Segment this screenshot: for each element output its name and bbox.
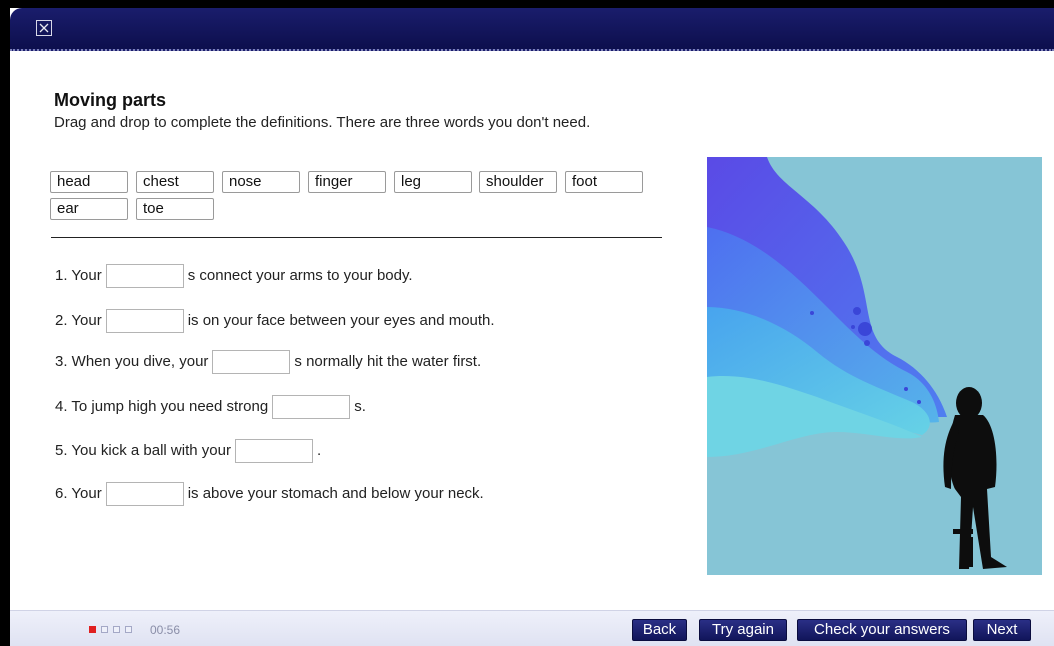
answer-drop-zone[interactable]: [234, 439, 313, 464]
question-text-before: 5. You kick a ball with your: [55, 442, 231, 460]
title-bar: [10, 8, 1054, 51]
question-row: 3. When you dive, your s normally hit the…: [55, 349, 481, 375]
close-x-icon[interactable]: [36, 20, 52, 36]
question-row: 1. Your s connect your arms to your body.: [55, 263, 413, 289]
question-text-before: 2. Your: [55, 312, 102, 330]
answer-drop-zone[interactable]: [105, 309, 184, 334]
check-answers-button[interactable]: Check your answers: [797, 619, 967, 641]
word-tile[interactable]: toe: [136, 198, 214, 220]
try-again-button[interactable]: Try again: [699, 619, 787, 641]
question-text-after: s normally hit the water first.: [294, 353, 482, 371]
question-row: 6. Your is above your stomach and below y…: [55, 481, 484, 507]
question-text-before: 1. Your: [55, 267, 102, 285]
divider: [51, 237, 662, 238]
question-row: 4. To jump high you need strong s.: [55, 394, 366, 420]
question-text-before: 6. Your: [55, 485, 102, 503]
answer-drop-zone[interactable]: [212, 350, 291, 375]
question-text-after: s connect your arms to your body.: [187, 267, 413, 285]
exercise-title: Moving parts: [54, 90, 167, 110]
question-text-after: is on your face between your eyes and mo…: [187, 312, 495, 330]
word-tile[interactable]: shoulder: [479, 171, 557, 193]
progress-step-current: [89, 626, 96, 633]
word-tile[interactable]: chest: [136, 171, 214, 193]
answer-drop-zone[interactable]: [105, 482, 184, 507]
next-button[interactable]: Next: [973, 619, 1031, 641]
question-row: 2. Your is on your face between your eyes…: [55, 308, 495, 334]
diver-illustration: [707, 157, 1042, 575]
answer-drop-zone[interactable]: [105, 264, 184, 289]
progress-step: [101, 626, 108, 633]
exercise-window: Moving parts Drag and drop to complete t…: [10, 8, 1054, 646]
question-row: 5. You kick a ball with your.: [55, 438, 321, 464]
timer: 00:56: [150, 623, 181, 637]
question-text-before: 3. When you dive, your: [55, 353, 209, 371]
word-tile[interactable]: head: [50, 171, 128, 193]
word-tile[interactable]: leg: [394, 171, 472, 193]
question-text-after: is above your stomach and below your nec…: [187, 485, 484, 503]
progress-step: [125, 626, 132, 633]
question-text-after: s.: [354, 398, 366, 416]
question-text-after: .: [316, 442, 322, 460]
question-text-before: 4. To jump high you need strong: [55, 398, 269, 416]
back-button[interactable]: Back: [632, 619, 687, 641]
footer-bar: 00:56 Back Try again Check your answers …: [10, 610, 1054, 646]
word-tile[interactable]: foot: [565, 171, 643, 193]
progress-step: [113, 626, 120, 633]
word-tile[interactable]: nose: [222, 171, 300, 193]
answer-drop-zone[interactable]: [272, 395, 351, 420]
word-tile[interactable]: finger: [308, 171, 386, 193]
exercise-instructions: Drag and drop to complete the definition…: [54, 114, 591, 131]
word-tile[interactable]: ear: [50, 198, 128, 220]
